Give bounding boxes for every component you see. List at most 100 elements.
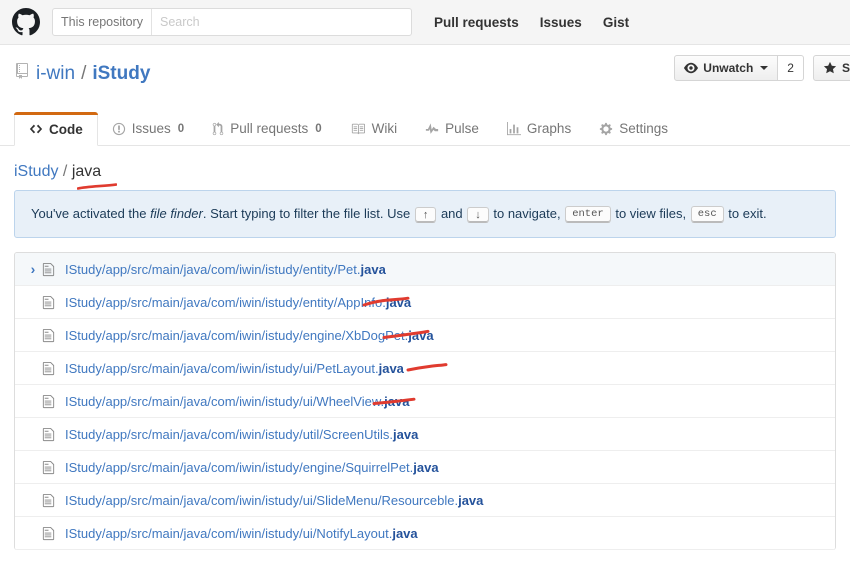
file-path-label: IStudy/app/src/main/java/com/iwin/istudy… xyxy=(65,262,386,277)
star-button[interactable]: S xyxy=(812,55,850,81)
file-icon xyxy=(41,262,57,277)
flash-emphasis: file finder xyxy=(150,206,203,221)
file-row[interactable]: IStudy/app/src/main/java/com/iwin/istudy… xyxy=(15,418,835,452)
file-path-label: IStudy/app/src/main/java/com/iwin/istudy… xyxy=(65,427,418,442)
flash-text-6: to exit. xyxy=(724,206,767,221)
repo-title-separator: / xyxy=(81,62,87,84)
file-icon xyxy=(41,493,57,508)
file-path-prefix: IStudy/app/src/main/java/com/iwin/istudy… xyxy=(65,393,381,409)
tab-pull-requests[interactable]: Pull requests 0 xyxy=(198,112,335,145)
breadcrumb-separator: / xyxy=(62,163,68,180)
global-search-box[interactable]: This repository xyxy=(52,8,412,36)
breadcrumb-root-link[interactable]: iStudy xyxy=(14,163,58,180)
nav-link-pull-requests[interactable]: Pull requests xyxy=(434,15,519,30)
tab-settings[interactable]: Settings xyxy=(585,112,682,145)
file-icon xyxy=(41,427,57,442)
tab-code[interactable]: Code xyxy=(14,112,98,146)
tab-graphs[interactable]: Graphs xyxy=(493,112,585,145)
file-path-prefix: IStudy/app/src/main/java/com/iwin/istudy… xyxy=(65,360,375,376)
tab-pulse-label: Pulse xyxy=(445,121,479,136)
file-row[interactable]: IStudy/app/src/main/java/com/iwin/istudy… xyxy=(15,352,835,386)
chevron-down-icon xyxy=(760,66,769,70)
tab-pull-requests-count: 0 xyxy=(315,122,322,135)
tab-code-label: Code xyxy=(49,121,83,137)
file-extension-match: java xyxy=(378,360,404,376)
file-path-prefix: IStudy/app/src/main/java/com/iwin/istudy… xyxy=(65,426,390,442)
unwatch-button[interactable]: Unwatch xyxy=(674,55,779,81)
file-path-prefix: IStudy/app/src/main/java/com/iwin/istudy… xyxy=(65,327,405,343)
repository-tab-bar: Code Issues 0 Pull requests 0 Wiki Pulse… xyxy=(0,108,850,146)
star-button-label: S xyxy=(841,61,850,75)
repo-icon xyxy=(14,63,30,83)
graph-icon xyxy=(506,121,521,136)
flash-text-5: to view files, xyxy=(611,206,690,221)
tab-wiki-label: Wiki xyxy=(371,121,398,136)
git-pull-request-icon xyxy=(212,121,224,136)
key-arrow-up: ↑ xyxy=(414,206,437,223)
tab-issues-count: 0 xyxy=(177,122,185,135)
book-icon xyxy=(350,122,366,136)
nav-link-gist[interactable]: Gist xyxy=(603,15,629,30)
gear-icon xyxy=(599,122,613,136)
file-path-label: IStudy/app/src/main/java/com/iwin/istudy… xyxy=(65,328,434,343)
top-navigation-bar: This repository Pull requests Issues Gis… xyxy=(0,0,850,45)
file-path-label: IStudy/app/src/main/java/com/iwin/istudy… xyxy=(65,394,409,409)
issue-opened-icon xyxy=(112,122,126,136)
file-icon xyxy=(41,361,57,376)
repository-header: i-win / iStudy Unwatch 2 S xyxy=(0,45,850,108)
pulse-icon xyxy=(425,122,439,136)
tab-pulse[interactable]: Pulse xyxy=(411,112,493,145)
underline-breadcrumb-java-icon xyxy=(77,183,117,190)
file-path-label: IStudy/app/src/main/java/com/iwin/istudy… xyxy=(65,526,418,541)
file-row[interactable]: IStudy/app/src/main/java/com/iwin/istudy… xyxy=(15,451,835,485)
flash-text-3: and xyxy=(437,206,467,221)
search-scope-label[interactable]: This repository xyxy=(53,9,152,35)
tab-wiki[interactable]: Wiki xyxy=(336,112,412,145)
watch-button-group: Unwatch 2 xyxy=(674,55,804,81)
file-path-label: IStudy/app/src/main/java/com/iwin/istudy… xyxy=(65,361,404,376)
tab-pull-requests-label: Pull requests xyxy=(230,121,309,136)
file-extension-match: java xyxy=(384,393,410,409)
file-path-label: IStudy/app/src/main/java/com/iwin/istudy… xyxy=(65,493,483,508)
code-icon xyxy=(29,122,43,136)
file-icon xyxy=(41,526,57,541)
search-input[interactable] xyxy=(151,9,411,35)
flash-text-1: You've activated the xyxy=(31,206,151,221)
file-path-prefix: IStudy/app/src/main/java/com/iwin/istudy… xyxy=(65,525,389,541)
tab-issues[interactable]: Issues 0 xyxy=(98,112,198,145)
top-nav-links: Pull requests Issues Gist xyxy=(434,15,629,30)
repository-actions: Unwatch 2 S xyxy=(674,55,850,81)
file-icon xyxy=(41,460,57,475)
key-arrow-down: ↓ xyxy=(467,206,489,223)
eye-icon xyxy=(684,61,699,76)
key-esc: esc xyxy=(690,205,724,224)
file-finder-results-list: › IStudy/app/src/main/java/com/iwin/istu… xyxy=(14,252,836,551)
file-path-label: IStudy/app/src/main/java/com/iwin/istudy… xyxy=(65,460,439,475)
file-extension-match: java xyxy=(392,525,418,541)
file-icon xyxy=(41,295,57,310)
file-row[interactable]: IStudy/app/src/main/java/com/iwin/istudy… xyxy=(15,517,835,551)
flash-text-4: to navigate, xyxy=(489,206,565,221)
file-path-prefix: IStudy/app/src/main/java/com/iwin/istudy… xyxy=(65,261,357,277)
file-row[interactable]: IStudy/app/src/main/java/com/iwin/istudy… xyxy=(15,286,835,320)
watch-count[interactable]: 2 xyxy=(778,55,804,81)
file-path-label: IStudy/app/src/main/java/com/iwin/istudy… xyxy=(65,295,411,310)
nav-link-issues[interactable]: Issues xyxy=(540,15,582,30)
file-finder-flash-message: You've activated the file finder. Start … xyxy=(14,190,836,239)
file-row[interactable]: › IStudy/app/src/main/java/com/iwin/istu… xyxy=(15,253,835,287)
repo-name-link[interactable]: iStudy xyxy=(92,64,150,83)
file-extension-match: java xyxy=(385,294,412,310)
chevron-right-icon: › xyxy=(30,261,36,278)
file-extension-match: java xyxy=(458,492,484,508)
file-extension-match: java xyxy=(413,459,439,475)
github-mark-icon[interactable] xyxy=(12,8,40,36)
repo-owner-link[interactable]: i-win xyxy=(36,64,75,83)
file-extension-match: java xyxy=(360,261,386,277)
file-extension-match: java xyxy=(393,426,419,442)
file-row[interactable]: IStudy/app/src/main/java/com/iwin/istudy… xyxy=(15,484,835,518)
file-row[interactable]: IStudy/app/src/main/java/com/iwin/istudy… xyxy=(15,319,835,353)
file-row[interactable]: IStudy/app/src/main/java/com/iwin/istudy… xyxy=(15,385,835,419)
tab-settings-label: Settings xyxy=(619,121,668,136)
star-button-group: S xyxy=(812,55,850,81)
key-enter: enter xyxy=(565,205,611,224)
